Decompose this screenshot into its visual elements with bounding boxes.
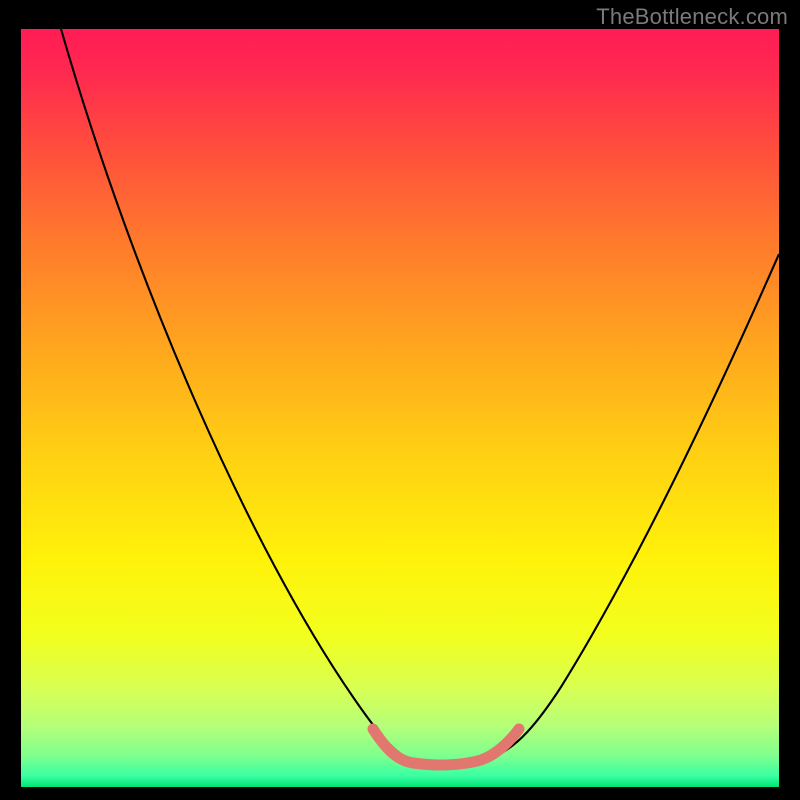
watermark-text: TheBottleneck.com bbox=[596, 4, 788, 30]
gradient-fill bbox=[21, 29, 779, 787]
plot-svg bbox=[21, 29, 779, 787]
plot-area bbox=[21, 29, 779, 787]
chart-stage: TheBottleneck.com bbox=[0, 0, 800, 800]
